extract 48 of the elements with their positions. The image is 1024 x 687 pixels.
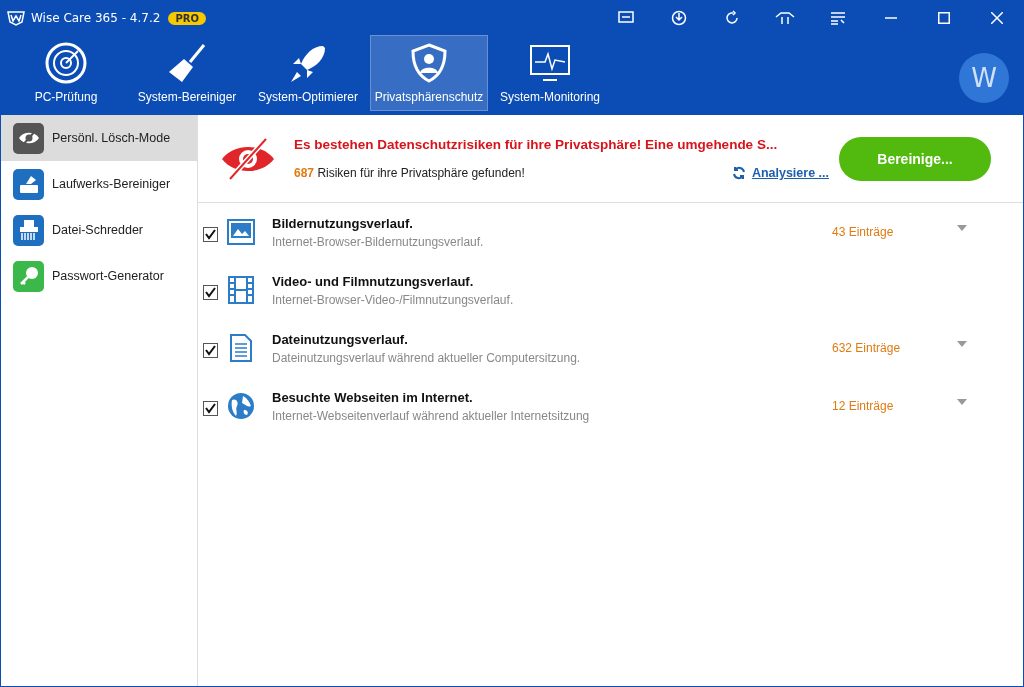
item-title: Besuchte Webseiten im Internet.: [272, 389, 474, 405]
dropdown-caret-icon[interactable]: [957, 399, 967, 405]
close-icon: [990, 12, 1003, 24]
item-title: Dateinutzungsverlauf.: [272, 331, 409, 347]
item-description: Internet-Browser-Video-/Filmnutzungsverlauf.: [272, 292, 515, 307]
item-description: Internet-Browser-Bildernutzungsverlauf.: [272, 234, 485, 249]
message-icon: [617, 11, 634, 25]
nav-tab[interactable]: PC-Prüfung: [7, 35, 125, 111]
sidebar-item[interactable]: Laufwerks-Bereiniger: [1, 161, 197, 207]
menu-icon: [829, 11, 846, 25]
entry-count: 12 Einträge: [832, 399, 895, 413]
crossed-eye-icon: [220, 136, 276, 181]
privacy-warning: Es bestehen Datenschutzrisiken für ihre Privatsphäre! Eine umgehende S...: [294, 137, 779, 152]
film-icon: [227, 276, 255, 304]
minimize-icon: [884, 17, 897, 19]
sidebar-item[interactable]: Datei-Schredder: [1, 207, 197, 253]
window-title: Wise Care 365 - 4.7.2: [31, 11, 161, 25]
globe-icon: [227, 392, 255, 420]
nav-tab[interactable]: System-Monitoring: [491, 35, 609, 111]
entry-count: 632 Einträge: [832, 341, 902, 355]
analyze-link[interactable]: Analysiere ...: [751, 166, 829, 180]
checkbox[interactable]: [203, 342, 218, 358]
image-icon: [227, 219, 255, 245]
sidebar-item[interactable]: Persönl. Lösch-Mode: [1, 115, 197, 161]
dropdown-caret-icon[interactable]: [957, 225, 967, 231]
item-description: Dateinutzungsverlauf während aktueller Computersitzung.: [272, 350, 582, 365]
download-icon: [670, 10, 687, 26]
sidebar-item[interactable]: Passwort-Generator: [1, 253, 197, 299]
item-description: Internet-Webseitenverlauf während aktueller Internetsitzung: [272, 408, 591, 423]
checkbox[interactable]: [203, 284, 218, 300]
entry-count: 43 Einträge: [832, 225, 895, 239]
nav-tab[interactable]: Privatsphärenschutz: [370, 35, 488, 111]
document-icon: [229, 334, 253, 362]
monitor-icon: [529, 42, 571, 84]
checkbox[interactable]: [203, 226, 218, 242]
pro-badge: PRO: [168, 11, 206, 25]
risk-count-text: 687 Risiken für ihre Privatsphäre gefunden!: [294, 166, 525, 180]
checkbox[interactable]: [203, 400, 218, 416]
nav-tab[interactable]: System-Optimierer: [249, 35, 367, 111]
item-title: Bildernutzungsverlauf.: [272, 215, 414, 231]
dropdown-caret-icon[interactable]: [957, 341, 967, 347]
refresh-icon: [723, 10, 740, 26]
nav-tab[interactable]: System-Bereiniger: [128, 35, 246, 111]
radar-icon: [45, 42, 87, 84]
item-title: Video- und Filmnutzungsverlauf.: [272, 273, 475, 289]
logo-icon: [7, 10, 25, 26]
maximize-icon: [937, 12, 950, 24]
refresh-icon: [731, 166, 746, 180]
